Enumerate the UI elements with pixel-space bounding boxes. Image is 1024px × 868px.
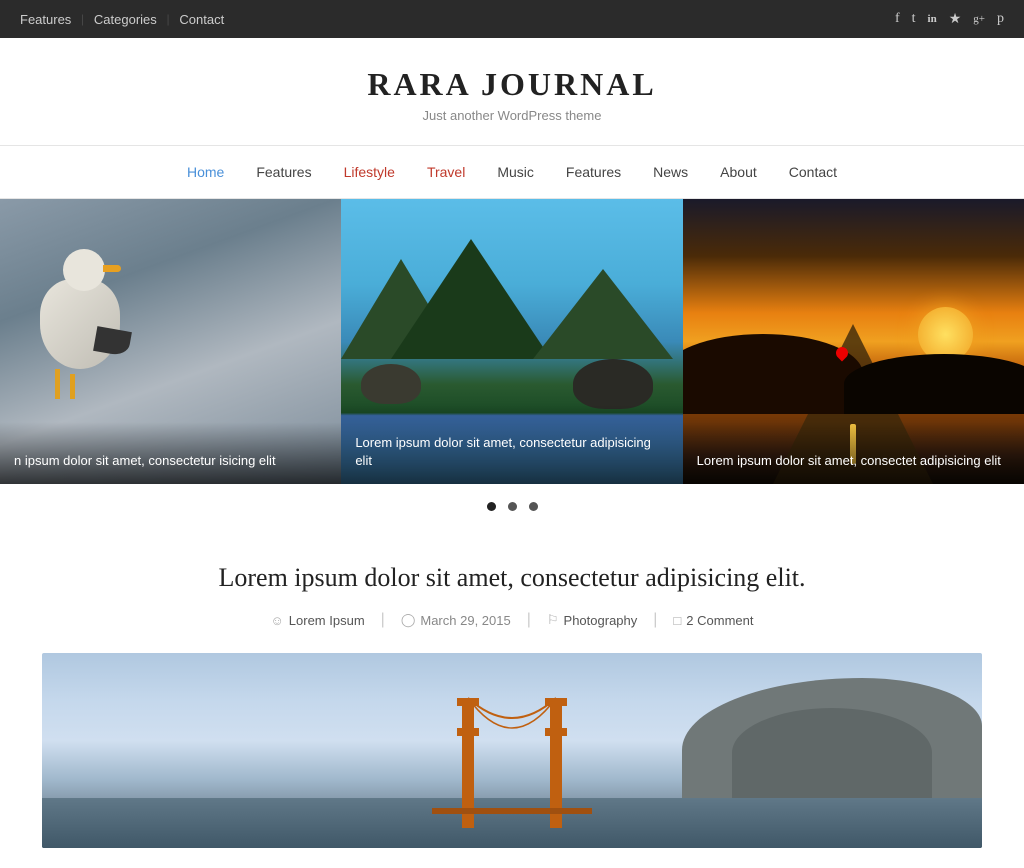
nav-travel[interactable]: Travel	[411, 146, 481, 198]
slide-3: Lorem ipsum dolor sit amet, consectet ad…	[683, 199, 1024, 484]
nav-features[interactable]: Features	[240, 146, 327, 198]
topbar-nav-categories[interactable]: Categories	[94, 12, 157, 27]
topbar-nav-features[interactable]: Features	[20, 12, 71, 27]
slide-2-caption: Lorem ipsum dolor sit amet, consectetur …	[341, 404, 682, 484]
clock-icon: ◯	[401, 612, 416, 628]
main-nav: Home Features Lifestyle Travel Music Fea…	[0, 146, 1024, 199]
linkedin-icon[interactable]: in	[928, 13, 937, 25]
nav-home[interactable]: Home	[171, 146, 240, 198]
post-title: Lorem ipsum dolor sit amet, consectetur …	[42, 560, 982, 595]
social-links: f t in ★ g+ p	[895, 11, 1004, 28]
slider: n ipsum dolor sit amet, consectetur isic…	[0, 199, 1024, 484]
slide-1-caption: n ipsum dolor sit amet, consectetur isic…	[0, 422, 341, 484]
post-meta-date: ◯ March 29, 2015	[385, 612, 527, 628]
nav-lifestyle[interactable]: Lifestyle	[328, 146, 411, 198]
slide-2: Lorem ipsum dolor sit amet, consectetur …	[341, 199, 682, 484]
slider-track: n ipsum dolor sit amet, consectetur isic…	[0, 199, 1024, 484]
nav-about[interactable]: About	[704, 146, 773, 198]
post-date: March 29, 2015	[420, 613, 510, 628]
post-author-link[interactable]: Lorem Ipsum	[289, 613, 365, 628]
bridge-svg	[432, 678, 592, 828]
googleplus-icon[interactable]: g+	[973, 13, 985, 25]
slide-3-caption: Lorem ipsum dolor sit amet, consectet ad…	[683, 422, 1024, 484]
nav-contact[interactable]: Contact	[773, 146, 853, 198]
slider-dots	[0, 484, 1024, 530]
top-bar: Features | Categories | Contact f t in ★…	[0, 0, 1024, 38]
slider-dot-2[interactable]	[508, 502, 517, 511]
topbar-nav-contact[interactable]: Contact	[179, 12, 224, 27]
author-icon: ☺	[271, 613, 284, 628]
topbar-sep-1: |	[81, 11, 84, 27]
post-comments-link[interactable]: 2 Comment	[686, 613, 753, 628]
comment-icon: □	[673, 613, 681, 628]
rss-icon[interactable]: ★	[949, 11, 962, 28]
site-header: RARA JOURNAL Just another WordPress them…	[0, 38, 1024, 146]
tag-icon: ⚐	[547, 612, 559, 628]
topbar-sep-2: |	[167, 11, 170, 27]
post-category-link[interactable]: Photography	[564, 613, 638, 628]
slider-dot-3[interactable]	[529, 502, 538, 511]
twitter-icon[interactable]: t	[912, 11, 916, 27]
post-meta: ☺ Lorem Ipsum | ◯ March 29, 2015 | ⚐ Pho…	[42, 611, 982, 629]
nav-news[interactable]: News	[637, 146, 704, 198]
post-meta-author: ☺ Lorem Ipsum	[255, 613, 381, 628]
slide-1: n ipsum dolor sit amet, consectetur isic…	[0, 199, 341, 484]
nav-music[interactable]: Music	[481, 146, 550, 198]
facebook-icon[interactable]: f	[895, 11, 900, 27]
nav-features2[interactable]: Features	[550, 146, 637, 198]
post-section: Lorem ipsum dolor sit amet, consectetur …	[22, 530, 1002, 868]
post-meta-comments: □ 2 Comment	[657, 613, 769, 628]
site-title: RARA JOURNAL	[20, 66, 1004, 103]
slider-dot-1[interactable]	[487, 502, 496, 511]
pinterest-icon[interactable]: p	[997, 11, 1004, 27]
site-tagline: Just another WordPress theme	[20, 108, 1004, 123]
featured-image	[42, 653, 982, 848]
post-meta-category: ⚐ Photography	[531, 612, 653, 628]
topbar-nav: Features | Categories | Contact	[20, 11, 224, 27]
